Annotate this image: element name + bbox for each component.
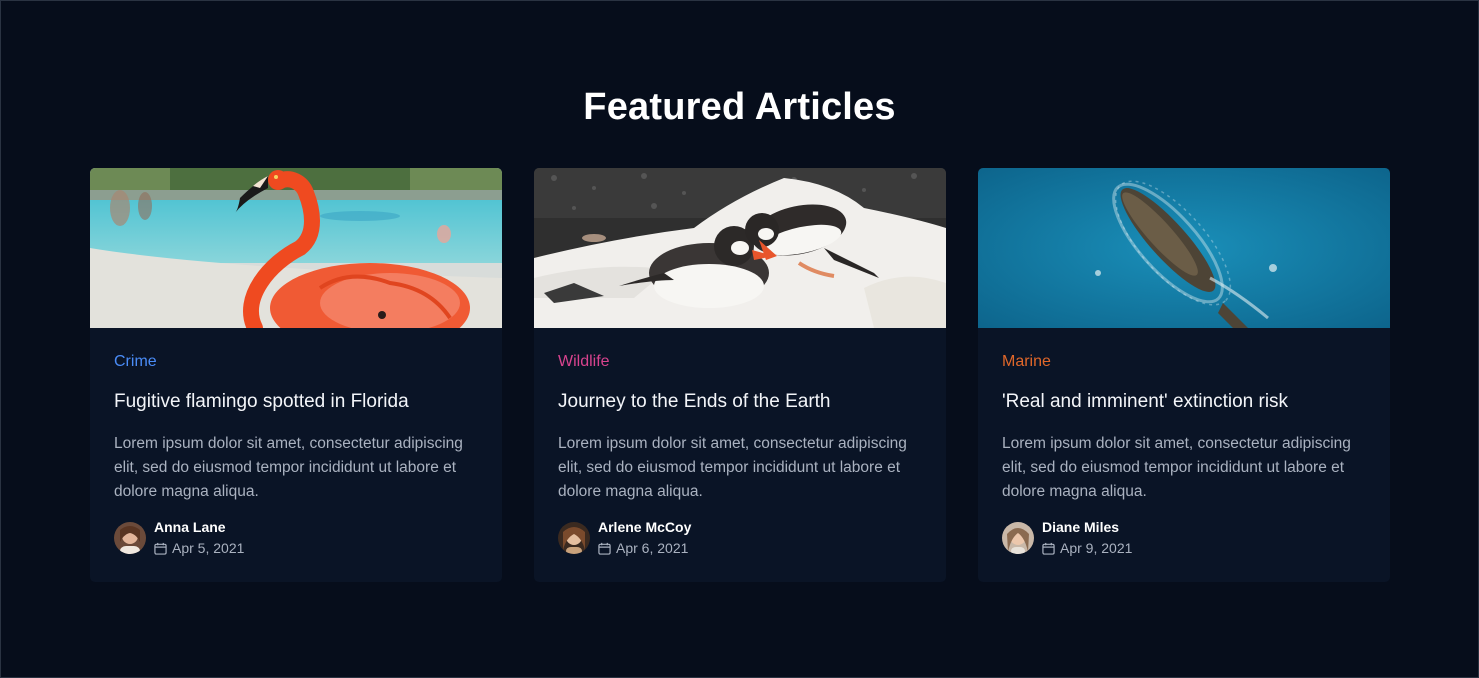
author-avatar[interactable]: [114, 521, 146, 554]
calendar-icon: [598, 542, 611, 555]
publish-date: Apr 6, 2021: [598, 539, 691, 557]
article-category[interactable]: Crime: [114, 352, 478, 372]
author-name[interactable]: Anna Lane: [154, 518, 244, 536]
article-title[interactable]: Fugitive flamingo spotted in Florida: [114, 390, 478, 414]
whale-image[interactable]: [978, 168, 1390, 328]
author-name[interactable]: Diane Miles: [1042, 518, 1132, 536]
article-excerpt: Lorem ipsum dolor sit amet, consectetur …: [558, 435, 907, 500]
article-excerpt: Lorem ipsum dolor sit amet, consectetur …: [114, 435, 463, 500]
date-text: Apr 6, 2021: [616, 540, 689, 556]
article-title[interactable]: Journey to the Ends of the Earth: [558, 390, 922, 414]
publish-date: Apr 9, 2021: [1042, 539, 1132, 557]
article-category[interactable]: Marine: [1002, 352, 1366, 372]
calendar-icon: [154, 542, 167, 555]
date-text: Apr 9, 2021: [1060, 540, 1133, 556]
author-info: Arlene McCoy Apr 6, 2021: [558, 518, 922, 557]
articles-grid: Crime Fugitive flamingo spotted in Flori…: [90, 168, 1390, 582]
article-title[interactable]: 'Real and imminent' extinction risk: [1002, 390, 1366, 414]
article-excerpt: Lorem ipsum dolor sit amet, consectetur …: [1002, 435, 1351, 500]
author-avatar[interactable]: [1002, 521, 1034, 554]
penguins-image[interactable]: [534, 168, 946, 328]
article-category[interactable]: Wildlife: [558, 352, 922, 372]
publish-date: Apr 5, 2021: [154, 539, 244, 557]
calendar-icon: [1042, 542, 1055, 555]
author-info: Diane Miles Apr 9, 2021: [1002, 518, 1366, 557]
author-name[interactable]: Arlene McCoy: [598, 518, 691, 536]
date-text: Apr 5, 2021: [172, 540, 245, 556]
article-card[interactable]: Marine 'Real and imminent' extinction ri…: [978, 168, 1390, 582]
article-card[interactable]: Wildlife Journey to the Ends of the Eart…: [534, 168, 946, 582]
author-avatar[interactable]: [558, 521, 590, 554]
author-info: Anna Lane Apr 5, 2021: [114, 518, 478, 557]
article-card[interactable]: Crime Fugitive flamingo spotted in Flori…: [90, 168, 502, 582]
page-title: Featured Articles: [583, 86, 896, 128]
flamingo-image[interactable]: [90, 168, 502, 328]
